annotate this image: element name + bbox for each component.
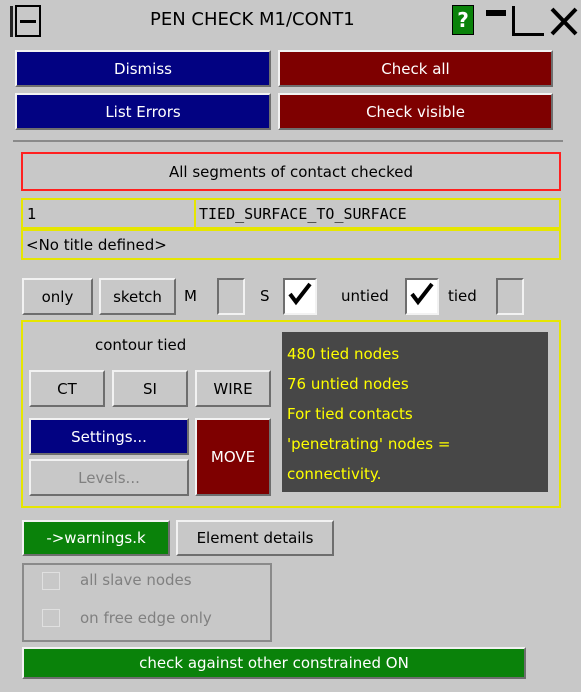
list-errors-button[interactable]: List Errors — [15, 93, 271, 130]
contact-type-field: TIED_SURFACE_TO_SURFACE — [194, 198, 561, 229]
contact-title-field: <No title defined> — [21, 229, 561, 260]
info-line: connectivity. — [287, 465, 382, 483]
untied-label: untied — [341, 287, 389, 305]
window-menu-icon[interactable] — [15, 5, 41, 37]
check-constrained-button[interactable]: check against other constrained ON — [22, 647, 526, 679]
status-message: All segments of contact checked — [21, 152, 561, 191]
check-visible-button[interactable]: Check visible — [278, 93, 553, 130]
tied-checkbox[interactable] — [496, 278, 524, 315]
info-line: 'penetrating' nodes = — [287, 435, 451, 453]
m-checkbox[interactable] — [217, 278, 245, 315]
warnings-button[interactable]: ->warnings.k — [22, 520, 170, 556]
maximize-icon[interactable] — [512, 6, 544, 36]
all-slave-nodes-checkbox[interactable] — [42, 572, 60, 590]
free-edge-checkbox[interactable] — [42, 609, 60, 627]
tied-label: tied — [448, 287, 477, 305]
ct-button[interactable]: CT — [29, 370, 105, 407]
settings-button[interactable]: Settings... — [29, 418, 189, 455]
contour-title: contour tied — [95, 336, 187, 354]
all-slave-nodes-label: all slave nodes — [80, 571, 192, 589]
help-button[interactable]: ? — [452, 5, 474, 35]
s-checkbox[interactable] — [283, 278, 317, 315]
free-edge-label: on free edge only — [80, 609, 212, 627]
levels-button[interactable]: Levels... — [29, 459, 189, 496]
info-line: For tied contacts — [287, 405, 413, 423]
s-label: S — [260, 287, 270, 305]
window-left-edge — [10, 6, 13, 37]
minimize-icon[interactable] — [482, 6, 508, 36]
checkmark-icon — [288, 282, 312, 306]
info-line: 76 untied nodes — [287, 375, 409, 393]
separator — [13, 140, 563, 142]
element-details-button[interactable]: Element details — [176, 520, 334, 556]
sketch-button[interactable]: sketch — [99, 278, 176, 315]
m-label: M — [184, 287, 197, 305]
info-panel: 480 tied nodes 76 untied nodes For tied … — [282, 332, 548, 492]
move-button[interactable]: MOVE — [195, 418, 271, 496]
wire-button[interactable]: WIRE — [195, 370, 271, 407]
title-bar: PEN CHECK M1/CONT1 ? — [0, 0, 581, 43]
untied-checkbox[interactable] — [405, 278, 439, 315]
window-title: PEN CHECK M1/CONT1 — [150, 9, 355, 30]
checkmark-icon — [410, 282, 434, 306]
dismiss-button[interactable]: Dismiss — [15, 50, 271, 87]
contact-id-field: 1 — [21, 198, 196, 229]
help-icon: ? — [457, 8, 469, 32]
close-icon[interactable] — [548, 4, 580, 38]
check-all-button[interactable]: Check all — [278, 50, 553, 87]
si-button[interactable]: SI — [112, 370, 188, 407]
info-line: 480 tied nodes — [287, 345, 400, 363]
only-button[interactable]: only — [22, 278, 93, 315]
